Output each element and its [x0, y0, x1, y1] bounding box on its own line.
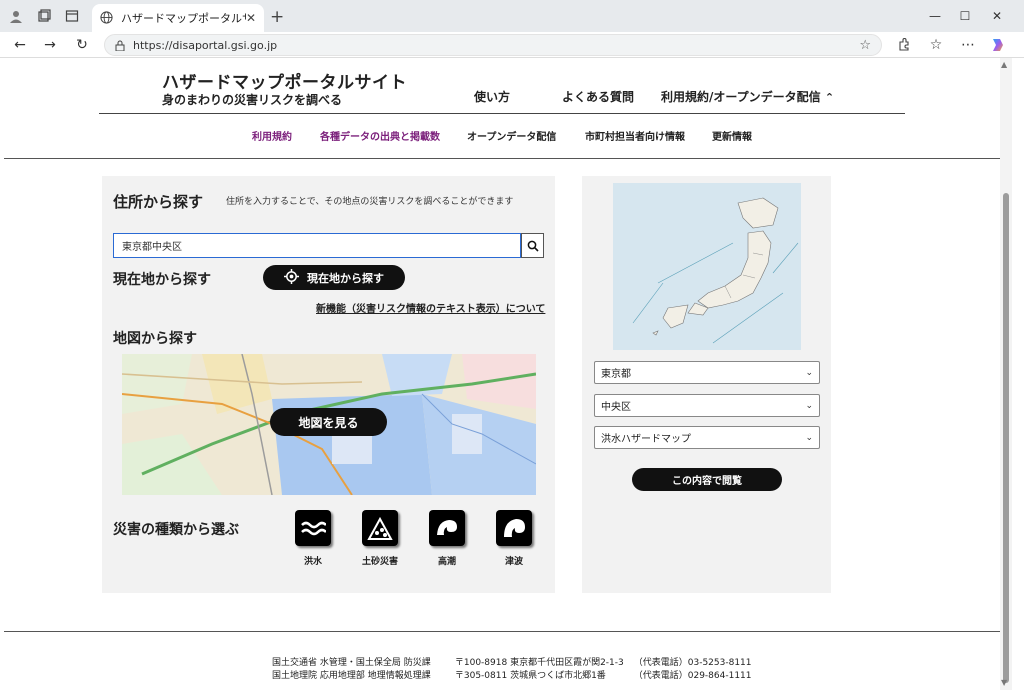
close-tab-icon[interactable]: ✕	[246, 11, 256, 25]
scroll-up-icon[interactable]: ▲	[1001, 60, 1007, 69]
tsunami-label[interactable]: 津波	[484, 554, 544, 567]
prefecture-select-value: 東京都	[601, 369, 631, 380]
tsunami-icon[interactable]	[496, 510, 532, 546]
collections-icon[interactable]: ☆	[926, 35, 946, 55]
footer-org: 国土地理院 応用地理部 地理情報処理課	[272, 671, 431, 681]
forward-icon[interactable]: →	[40, 35, 60, 55]
map-type-select-value: 洪水ハザードマップ	[601, 434, 691, 445]
city-select[interactable]: 中央区 ⌄	[594, 394, 820, 417]
favorite-star-icon[interactable]: ☆	[859, 38, 871, 53]
nav-terms-label: 利用規約/オープンデータ配信	[661, 90, 821, 104]
browser-tab[interactable]: ハザードマップポータルサイト ✕	[92, 4, 264, 32]
page-content: ハザードマップポータルサイト 身のまわりの災害リスクを調べる 使い方 よくある質…	[4, 58, 1000, 691]
reload-icon[interactable]: ↻	[72, 35, 92, 55]
new-feature-link[interactable]: 新機能（災害リスク情報のテキスト表示）について	[316, 300, 545, 315]
location-target-icon	[284, 268, 299, 287]
scroll-down-icon[interactable]: ▼	[1001, 678, 1007, 687]
chevron-up-icon: ⌃	[824, 91, 835, 104]
chevron-down-icon: ⌄	[805, 432, 813, 443]
search-panel: 住所から探す 住所を入力することで、その地点の災害リスクを調べることができます …	[102, 176, 555, 593]
address-search-description: 住所を入力することで、その地点の災害リスクを調べることができます	[226, 197, 514, 207]
nav-how-to-use[interactable]: 使い方	[474, 88, 510, 105]
subnav-updates[interactable]: 更新情報	[712, 128, 752, 143]
workspaces-icon[interactable]	[34, 6, 54, 26]
footer-address: 〒305-0811 茨城県つくば市北郷1番	[454, 671, 606, 681]
footer-divider	[4, 631, 1000, 632]
copilot-icon[interactable]	[988, 35, 1008, 55]
footer-row-mlit: 国土交通省 水管理・国土保全局 防災課 〒100-8918 東京都千代田区霞が関…	[272, 655, 752, 668]
search-button[interactable]	[521, 233, 544, 258]
new-tab-icon[interactable]: +	[270, 7, 284, 27]
tab-actions-icon[interactable]	[62, 6, 82, 26]
close-window-icon[interactable]: ✕	[980, 5, 1014, 27]
nav-faq[interactable]: よくある質問	[562, 88, 634, 105]
view-map-button[interactable]: 地図を見る	[270, 408, 387, 436]
view-this-content-button[interactable]: この内容で閲覧	[632, 468, 782, 491]
minimize-icon[interactable]: —	[918, 5, 952, 27]
footer-phone: （代表電話）029-864-1111	[633, 671, 752, 681]
storm-surge-icon[interactable]	[429, 510, 465, 546]
chevron-down-icon: ⌄	[805, 400, 813, 411]
current-location-title: 現在地から探す	[113, 272, 211, 288]
subnav-divider	[4, 158, 1000, 159]
subnav-open-data[interactable]: オープンデータ配信	[467, 128, 556, 143]
search-icon	[527, 240, 539, 252]
footer-address: 〒100-8918 東京都千代田区霞が関2-1-3	[454, 658, 624, 668]
browser-nav-bar: ← → ↻ https://disaportal.gsi.go.jp ☆ ☆ ⋯	[0, 32, 1024, 58]
region-selector-panel: 東京都 ⌄ 中央区 ⌄ 洪水ハザードマップ ⌄ この内容で閲覧	[582, 176, 831, 593]
footer-org: 国土交通省 水管理・国土保全局 防災課	[272, 658, 431, 668]
address-search-title: 住所から探す	[113, 193, 204, 211]
storm-surge-label[interactable]: 高潮	[417, 554, 477, 567]
header-divider	[99, 113, 905, 114]
current-location-button-label: 現在地から探す	[307, 271, 384, 285]
city-select-value: 中央区	[601, 402, 631, 413]
page-scrollbar[interactable]: ▲ ▼	[1000, 58, 1012, 690]
footer-phone: （代表電話）03-5253-8111	[633, 658, 752, 668]
url-text: https://disaportal.gsi.go.jp	[133, 38, 278, 52]
site-subtitle: 身のまわりの災害リスクを調べる	[162, 93, 343, 107]
map-search-title: 地図から探す	[113, 331, 197, 347]
address-bar[interactable]: https://disaportal.gsi.go.jp ☆	[104, 34, 882, 56]
scroll-thumb[interactable]	[1003, 193, 1009, 683]
chevron-down-icon: ⌄	[805, 367, 813, 378]
browser-tab-bar: ハザードマップポータルサイト ✕ + — ☐ ✕	[0, 0, 1024, 32]
tab-title: ハザードマップポータルサイト	[121, 12, 246, 25]
lock-icon	[115, 36, 125, 55]
footer-row-gsi: 国土地理院 応用地理部 地理情報処理課 〒305-0811 茨城県つくば市北郷1…	[272, 668, 752, 681]
subnav-municipal-info[interactable]: 市町村担当者向け情報	[585, 128, 685, 143]
subnav-terms[interactable]: 利用規約	[252, 128, 292, 143]
hazard-type-title: 災害の種類から選ぶ	[113, 522, 239, 538]
prefecture-select[interactable]: 東京都 ⌄	[594, 361, 820, 384]
flood-label[interactable]: 洪水	[283, 554, 343, 567]
map-type-select[interactable]: 洪水ハザードマップ ⌄	[594, 426, 820, 449]
flood-icon[interactable]	[295, 510, 331, 546]
more-menu-icon[interactable]: ⋯	[958, 35, 978, 55]
extensions-icon[interactable]	[894, 35, 914, 55]
maximize-icon[interactable]: ☐	[948, 5, 982, 27]
site-title[interactable]: ハザードマップポータルサイト	[162, 68, 407, 93]
nav-terms-open-data[interactable]: 利用規約/オープンデータ配信 ⌃	[661, 88, 834, 105]
landslide-label[interactable]: 土砂災害	[350, 554, 410, 567]
profile-icon[interactable]	[6, 6, 26, 26]
address-search-input[interactable]: 東京都中央区	[113, 233, 521, 258]
current-location-button[interactable]: 現在地から探す	[263, 265, 405, 290]
japan-map[interactable]	[613, 183, 801, 350]
back-icon[interactable]: ←	[10, 35, 30, 55]
subnav-data-sources[interactable]: 各種データの出典と掲載数	[320, 128, 440, 143]
landslide-icon[interactable]	[362, 510, 398, 546]
globe-icon	[100, 9, 113, 28]
